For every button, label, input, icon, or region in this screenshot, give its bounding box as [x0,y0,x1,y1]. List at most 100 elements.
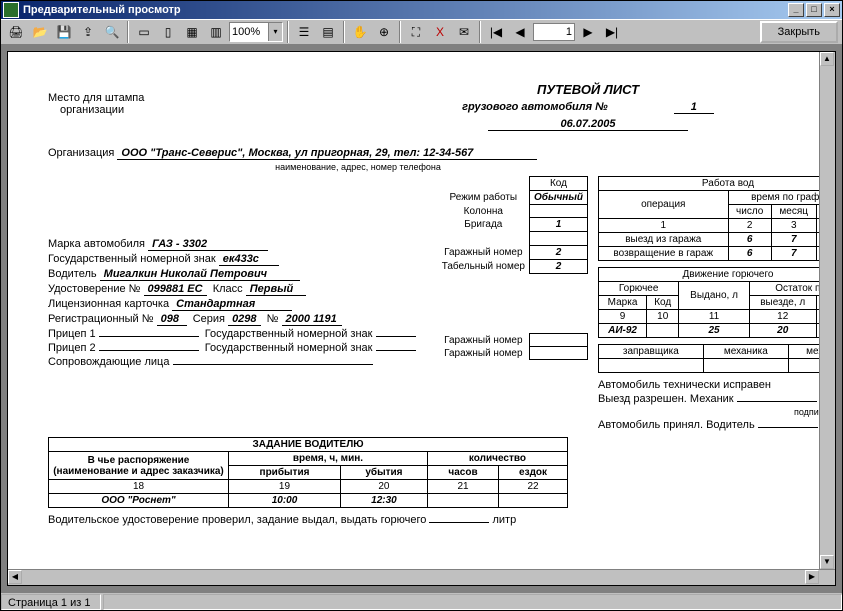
fuel-brand-h: Горючее [599,282,679,296]
brigade-label: Бригада [438,218,530,232]
next-page-icon[interactable]: ▶ [577,21,599,43]
car-brand: ГАЗ - 3302 [148,238,268,251]
trailer2-label: Прицеп 2 [48,342,96,354]
toolbar: 🖨 📂 💾 ⇪ 🔍 ▭ ▯ ▦ ▥ ▾ ☰ ▤ ✋ ⊕ ⛶ X ✉ |◀ ◀ ▶… [1,19,842,45]
regime-label: Режим работы [438,191,530,205]
driver: Мигалкин Николай Петрович [100,268,300,281]
statusbar: Страница 1 из 1 [1,592,842,610]
task-customer: ООО "Роснет" [49,494,229,508]
out-label: выезд из гаража [599,233,729,247]
zoom-dropdown-icon[interactable]: ▾ [268,23,282,41]
print-icon[interactable]: 🖨 [5,21,27,43]
save-icon[interactable]: 💾 [53,21,75,43]
garage-no-label: Гаражный номер [438,246,530,260]
vertical-scrollbar[interactable]: ▲ ▼ [819,52,835,585]
brigade-value: 1 [529,218,587,232]
document-header: ПУТЕВОЙ ЛИСТ грузового автомобиля № 1 06… [208,82,836,131]
received: Автомобиль принял. Водитель [598,419,755,431]
zoom-input[interactable] [230,24,268,40]
doc-date: 06.07.2005 [488,118,688,131]
footer-check: Водительское удостоверение проверил, зад… [48,514,426,526]
find-icon[interactable]: 🔍 [101,21,123,43]
org-label: Организация [48,147,114,159]
trailer1-garage-label: Гаражный номер [438,334,530,347]
two-pages-icon[interactable]: ▦ [181,21,203,43]
page-number-field[interactable] [533,23,575,41]
work-table: Работа вод операция время по графику чис… [598,176,836,261]
trailer2-plate-label: Государственный номерной знак [205,342,373,354]
num-label: № [267,313,279,325]
status-page: Страница 1 из 1 [1,594,101,610]
th-month: месяц [771,205,816,219]
garage-no: 2 [529,246,587,260]
zoom-combo[interactable]: ▾ [229,22,283,42]
window-title: Предварительный просмотр [23,4,786,16]
hand-icon[interactable]: ✋ [349,21,371,43]
stamp-area: Место для штампа организации [48,82,208,131]
excel-icon[interactable]: X [429,21,451,43]
fuel-issued: Выдано, л [679,282,749,310]
prev-page-icon[interactable]: ◀ [509,21,531,43]
code-table: Код Режим работы Обычный Колонна Бригада… [438,176,588,360]
org-value: ООО "Транс-Северис", Москва, ул пригорна… [117,147,537,160]
open-icon[interactable]: 📂 [29,21,51,43]
separator [287,21,289,43]
task-qty: количество [427,452,567,466]
fullscreen-icon[interactable]: ⛶ [405,21,427,43]
export-icon[interactable]: ⇪ [77,21,99,43]
task-hours: часов [427,466,498,480]
last-page-icon[interactable]: ▶| [601,21,623,43]
regime-value: Обычный [529,191,587,205]
zoom-in-icon[interactable]: ⊕ [373,21,395,43]
exit-allowed: Выезд разрешен. Механик [598,393,734,405]
titlebar: Предварительный просмотр _ □ × [1,1,842,19]
first-page-icon[interactable]: |◀ [485,21,507,43]
page-input[interactable] [534,26,574,38]
doc-number: 1 [674,101,714,114]
separator [127,21,129,43]
scroll-right-icon[interactable]: ▶ [805,570,819,584]
scroll-up-icon[interactable]: ▲ [820,52,834,66]
tab-no: 2 [529,260,587,274]
tree-icon[interactable]: ☰ [293,21,315,43]
task-trips: ездок [499,466,568,480]
th-num: число [728,205,771,219]
column-label: Колонна [438,205,530,218]
task-dep-v: 12:30 [340,494,427,508]
task-dep: убытия [340,466,427,480]
task-arr: прибытия [229,466,341,480]
op-label: операция [599,191,729,219]
org-hint: наименование, адрес, номер телефона [118,162,598,172]
scroll-left-icon[interactable]: ◀ [8,570,22,584]
app-window: Предварительный просмотр _ □ × 🖨 📂 💾 ⇪ 🔍… [0,0,843,611]
class-val: Первый [246,283,306,296]
series-label: Серия [193,313,225,325]
liccard-label: Лицензионная карточка [48,298,169,310]
close-window-button[interactable]: × [824,3,840,17]
fuel-code: Код [647,296,679,310]
page-width-icon[interactable]: ▯ [157,21,179,43]
thumbnails-icon[interactable]: ▤ [317,21,339,43]
plate-label: Государственный номерной знак [48,253,216,265]
stamp-label-1: Место для штампа [48,92,208,104]
task-col1: В чье распоряжение (наименование и адрес… [49,452,229,480]
signature-label: подпись [598,407,836,417]
maximize-button[interactable]: □ [806,3,822,17]
car-brand-label: Марка автомобиля [48,238,145,250]
mail-icon[interactable]: ✉ [453,21,475,43]
minimize-button[interactable]: _ [788,3,804,17]
preview-viewport: Место для штампа организации ПУТЕВОЙ ЛИС… [1,45,842,592]
mechanic: механика [703,345,788,359]
license-no: 099881 ЕС [144,283,207,296]
accomp-label: Сопровождающие лица [48,356,169,368]
task-time: время, ч, мин. [229,452,428,466]
close-button[interactable]: Закрыть [760,21,838,43]
scroll-down-icon[interactable]: ▼ [820,555,834,569]
page-whole-icon[interactable]: ▭ [133,21,155,43]
multi-pages-icon[interactable]: ▥ [205,21,227,43]
code-header: Код [529,177,587,191]
trailer1-plate-label: Государственный номерной знак [205,328,373,340]
task-arr-v: 10:00 [229,494,341,508]
horizontal-scrollbar[interactable]: ◀ ▶ [8,569,835,585]
fuel-brand-val: АИ-92 [599,324,647,338]
